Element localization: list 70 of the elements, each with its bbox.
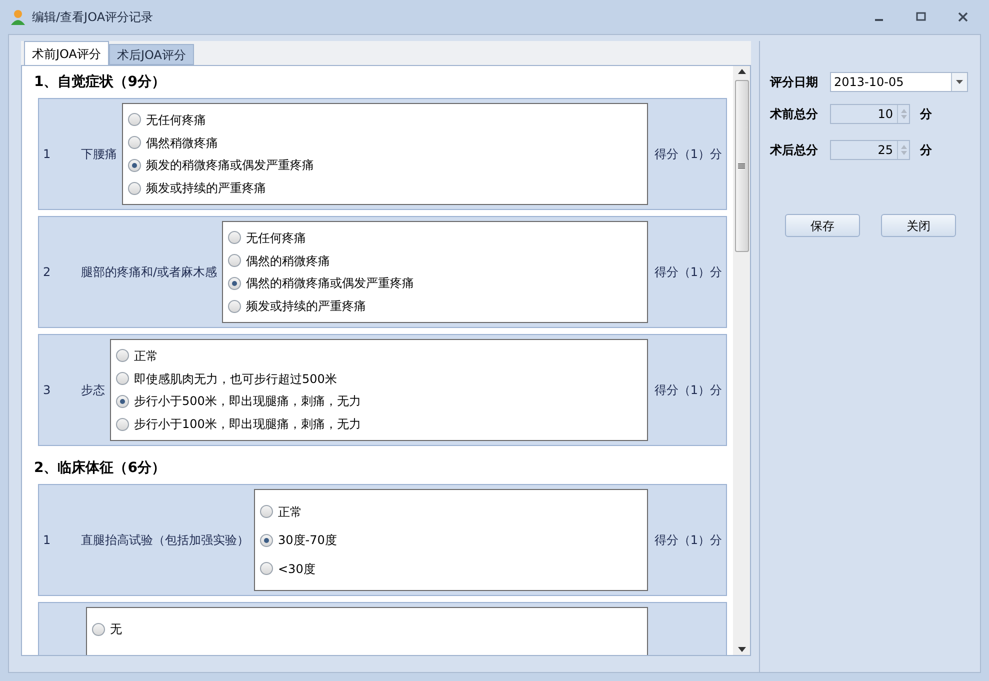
question-label: 步态	[81, 382, 105, 399]
radio-button[interactable]	[128, 136, 141, 150]
radio-button[interactable]	[92, 622, 105, 636]
score-label: 得分（1）分	[654, 146, 722, 163]
radio-button[interactable]	[260, 562, 273, 575]
radio-button[interactable]	[116, 349, 129, 362]
score-label: 得分（1）分	[654, 264, 722, 281]
action-button[interactable]: 保存	[785, 214, 860, 237]
option-label[interactable]: 30度-70度	[278, 531, 337, 549]
score-label: 得分（1）分	[654, 382, 722, 399]
question-label: 腿部的疼痛和/或者麻木感	[81, 264, 218, 281]
radio-button[interactable]	[116, 372, 129, 386]
radio-button[interactable]	[228, 276, 242, 290]
section-heading: 1、自觉症状（9分）	[34, 72, 166, 92]
option-label[interactable]: 偶然稍微疼痛	[146, 134, 218, 152]
question-number: 1	[43, 146, 51, 163]
maximize-icon[interactable]	[915, 11, 927, 23]
radio-button[interactable]	[116, 418, 129, 431]
option-label[interactable]: 无任何疼痛	[146, 110, 206, 129]
option-label[interactable]: 频发或持续的严重疼痛	[146, 179, 266, 198]
radio-button[interactable]	[260, 534, 273, 546]
action-button[interactable]: 关闭	[881, 214, 956, 237]
grip-icon	[738, 162, 745, 170]
scroll-up-icon[interactable]	[738, 69, 746, 74]
option-label[interactable]: 步行小于500米，即出现腿痛，刺痛，无力	[134, 392, 361, 410]
option-label[interactable]: 即使感肌肉无力，也可步行超过500米	[134, 370, 337, 388]
radio-button[interactable]	[228, 254, 242, 268]
spinner-arrows-icon[interactable]	[897, 105, 909, 123]
pre-score-field[interactable]: 10	[830, 104, 910, 124]
scrollbar[interactable]	[733, 66, 750, 655]
question-number: 2	[43, 264, 51, 281]
option-label[interactable]: 正常	[134, 346, 158, 365]
radio-button[interactable]	[228, 231, 242, 244]
field-label: 术前总分	[770, 106, 819, 123]
radio-button[interactable]	[116, 394, 129, 408]
radio-button[interactable]	[128, 182, 141, 195]
scroll-thumb[interactable]	[734, 80, 748, 252]
person-icon	[10, 9, 26, 25]
spinner-arrows-icon[interactable]	[897, 141, 909, 159]
unit-label: 分	[920, 142, 932, 159]
option-label[interactable]: 无任何疼痛	[246, 228, 306, 247]
tab[interactable]: 术后JOA评分	[108, 44, 194, 65]
section-heading: 2、临床体征（6分）	[34, 458, 166, 478]
close-icon[interactable]	[957, 11, 969, 23]
question-number: 3	[43, 382, 51, 399]
dropdown-caret-icon[interactable]	[956, 80, 963, 84]
tab[interactable]: 术前JOA评分	[24, 41, 109, 65]
radio-button[interactable]	[228, 300, 242, 313]
option-label[interactable]: 步行小于100米，即出现腿痛，刺痛，无力	[134, 415, 361, 434]
unit-label: 分	[920, 106, 932, 123]
option-label[interactable]: 偶然的稍微疼痛	[246, 252, 330, 270]
field-label: 评分日期	[770, 74, 819, 91]
window-title: 编辑/查看JOA评分记录	[32, 9, 154, 26]
option-label[interactable]: <30度	[278, 560, 316, 578]
field-label: 术后总分	[770, 142, 819, 159]
score-label: 得分（1）分	[654, 532, 722, 549]
option-label[interactable]: 频发或持续的严重疼痛	[246, 297, 366, 316]
option-label[interactable]: 无	[110, 620, 122, 638]
option-label[interactable]: 正常	[278, 502, 302, 520]
question-number: 1	[43, 532, 51, 549]
radio-button[interactable]	[128, 113, 141, 126]
option-label[interactable]: 偶然的稍微疼痛或偶发严重疼痛	[246, 274, 414, 292]
scroll-down-icon[interactable]	[738, 647, 746, 652]
radio-button[interactable]	[260, 505, 273, 518]
date-picker[interactable]: 2013-10-05	[830, 72, 968, 92]
question-label: 直腿抬高试验（包括加强实验）	[81, 532, 249, 549]
radio-button[interactable]	[128, 158, 141, 172]
post-score-field[interactable]: 25	[830, 140, 910, 160]
question-label: 下腰痛	[81, 146, 117, 163]
option-label[interactable]: 频发的稍微疼痛或偶发严重疼痛	[146, 156, 314, 174]
